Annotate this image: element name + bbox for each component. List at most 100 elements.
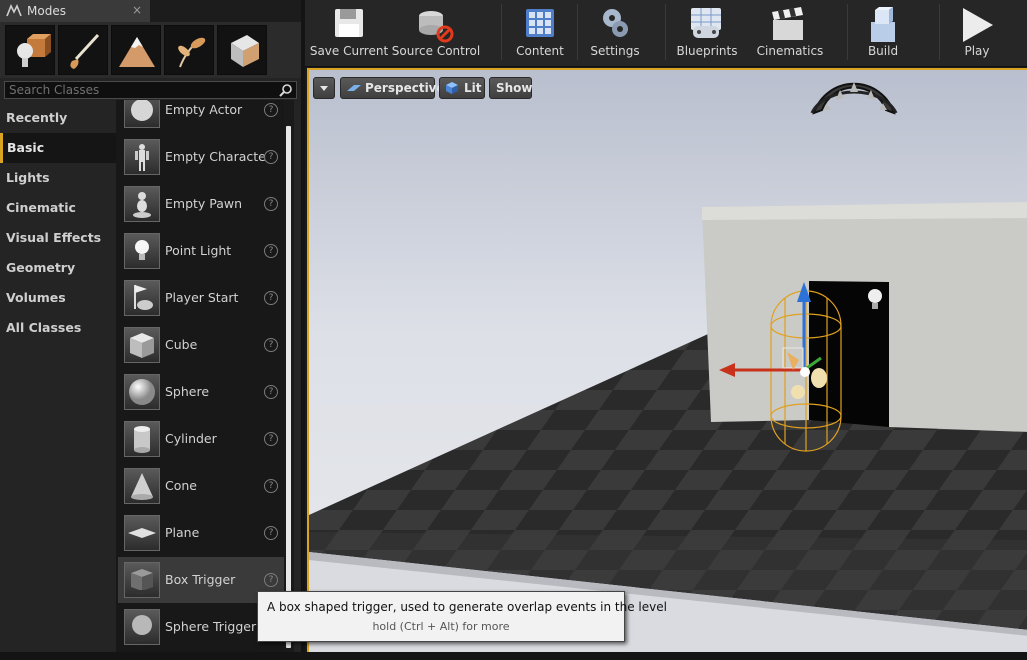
play-button[interactable]: Play	[947, 0, 1007, 64]
save-current-button[interactable]: Save Current	[309, 0, 389, 64]
help-icon[interactable]: ?	[264, 197, 278, 211]
viewport-scene[interactable]	[309, 70, 1027, 656]
foliage-mode-button[interactable]	[164, 25, 214, 75]
play-icon	[963, 8, 993, 42]
help-icon[interactable]: ?	[264, 385, 278, 399]
lit-mode-button[interactable]: Lit	[439, 77, 485, 99]
toolbar-separator	[665, 4, 666, 60]
tab-strip	[150, 0, 301, 22]
empty-pawn-icon	[124, 186, 160, 222]
build-button[interactable]: Build	[853, 0, 913, 64]
main-toolbar: Save Current Source Control Content Sett…	[305, 0, 1027, 67]
place-mode-button[interactable]	[5, 25, 55, 75]
scrollbar[interactable]	[286, 126, 291, 648]
help-icon[interactable]: ?	[264, 526, 278, 540]
item-label: Box Trigger	[165, 572, 236, 587]
search-classes-box[interactable]	[4, 81, 297, 99]
category-volumes[interactable]: Volumes	[0, 283, 116, 313]
toolbar-separator	[577, 4, 578, 60]
play-label: Play	[964, 44, 990, 58]
status-bar	[0, 652, 1027, 660]
toolbar-separator	[847, 4, 848, 60]
list-item[interactable]: Empty Characte ?	[118, 134, 284, 180]
build-icon	[871, 7, 895, 42]
list-item[interactable]: Sphere ?	[118, 369, 284, 415]
perspective-label: Perspective	[365, 81, 445, 95]
list-item[interactable]: Plane ?	[118, 510, 284, 556]
sphere-trigger-icon	[124, 609, 160, 645]
landscape-mode-icon	[119, 37, 155, 67]
tooltip: A box shaped trigger, used to generate o…	[257, 591, 667, 642]
list-item[interactable]: Empty Actor ?	[118, 100, 284, 133]
help-icon[interactable]: ?	[264, 479, 278, 493]
content-button[interactable]: Content	[510, 0, 570, 64]
level-viewport[interactable]: Perspective Lit Show	[307, 68, 1027, 656]
modes-tab-title: Modes	[27, 4, 66, 18]
tooltip-hint: hold (Ctrl + Alt) for more	[372, 620, 510, 633]
modes-tab-icon	[6, 4, 22, 21]
help-icon[interactable]: ?	[264, 432, 278, 446]
category-cinematic[interactable]: Cinematic	[0, 193, 116, 223]
tooltip-description: A box shaped trigger, used to generate o…	[267, 600, 667, 614]
item-label: Empty Actor	[165, 102, 243, 117]
help-icon[interactable]: ?	[264, 291, 278, 305]
gear-icon	[603, 9, 628, 37]
item-label: Empty Pawn	[165, 196, 243, 211]
category-geometry[interactable]: Geometry	[0, 253, 116, 283]
box-trigger-icon	[124, 562, 160, 598]
list-item[interactable]: Player Start ?	[118, 275, 284, 321]
cinematics-button[interactable]: Cinematics	[755, 0, 825, 64]
lit-label: Lit	[464, 81, 482, 95]
content-label: Content	[516, 44, 564, 58]
help-icon[interactable]: ?	[264, 244, 278, 258]
viewport-options-button[interactable]	[313, 77, 335, 99]
sphere-icon	[124, 374, 160, 410]
perspective-button[interactable]: Perspective	[340, 77, 445, 99]
geometry-mode-icon	[231, 35, 259, 67]
item-label: Sphere	[165, 384, 210, 399]
geometry-mode-button[interactable]	[217, 25, 267, 75]
list-item[interactable]: Point Light ?	[118, 228, 284, 274]
item-label: Player Start	[165, 290, 239, 305]
chevron-down-icon	[320, 86, 328, 91]
cube-icon	[124, 327, 160, 363]
list-item[interactable]: Cone ?	[118, 463, 284, 509]
search-classes-input[interactable]	[9, 82, 271, 98]
list-item[interactable]: Empty Pawn ?	[118, 181, 284, 227]
cone-icon	[124, 468, 160, 504]
category-lights[interactable]: Lights	[0, 163, 116, 193]
category-basic[interactable]: Basic	[0, 133, 116, 163]
landscape-mode-button[interactable]	[111, 25, 161, 75]
content-icon	[526, 9, 554, 37]
save-icon	[335, 9, 363, 37]
settings-button[interactable]: Settings	[585, 0, 645, 64]
panel-splitter[interactable]	[301, 0, 305, 660]
settings-label: Settings	[590, 44, 640, 58]
source-control-icon	[419, 11, 454, 43]
show-button[interactable]: Show	[489, 77, 533, 99]
close-icon[interactable]: ×	[132, 3, 142, 17]
paint-mode-button[interactable]	[58, 25, 108, 75]
category-recently-placed[interactable]: Recently Placed	[0, 103, 116, 155]
blueprints-button[interactable]: Blueprints	[671, 0, 743, 64]
help-icon[interactable]: ?	[264, 150, 278, 164]
category-all-classes[interactable]: All Classes	[0, 313, 116, 343]
help-icon[interactable]: ?	[264, 338, 278, 352]
modes-tab[interactable]: Modes ×	[0, 0, 150, 24]
help-icon[interactable]: ?	[264, 573, 278, 587]
lit-cube-icon	[446, 82, 458, 94]
toolbar-separator	[939, 4, 940, 60]
category-visual-effects[interactable]: Visual Effects	[0, 223, 116, 253]
item-label: Cone	[165, 478, 197, 493]
help-icon[interactable]: ?	[264, 103, 278, 117]
toolbar-separator	[501, 4, 502, 60]
list-item[interactable]: Cube ?	[118, 322, 284, 368]
list-item[interactable]: Cylinder ?	[118, 416, 284, 462]
source-control-button[interactable]: Source Control	[391, 0, 481, 64]
search-icon[interactable]	[279, 83, 293, 100]
category-list: Recently Placed Basic Lights Cinematic V…	[0, 103, 116, 660]
plane-icon	[124, 515, 160, 551]
item-label: Plane	[165, 525, 200, 540]
foliage-mode-icon	[178, 37, 206, 68]
save-current-label: Save Current	[309, 44, 389, 58]
